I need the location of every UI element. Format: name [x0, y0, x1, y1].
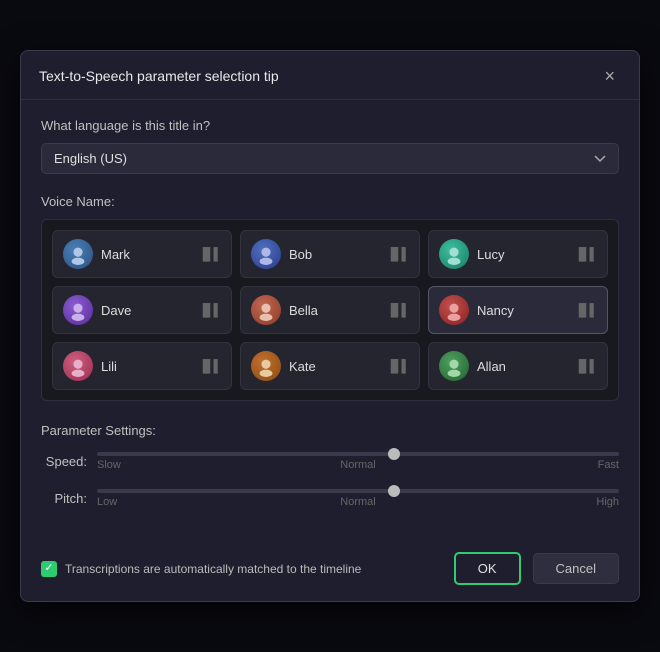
pitch-label-low: Low: [97, 496, 117, 508]
voice-name-nancy: Nancy: [477, 303, 566, 318]
voice-card-allan[interactable]: Allan ▐▌▌: [428, 342, 608, 390]
voice-avatar-allan: [439, 351, 469, 381]
checkmark-icon: ✓: [44, 563, 53, 574]
wave-icon-bob: ▐▌▌: [386, 247, 409, 261]
voice-card-bob[interactable]: Bob ▐▌▌: [240, 230, 420, 278]
voice-row-3: Lili ▐▌▌ Kate ▐▌▌: [52, 342, 608, 390]
pitch-row: Pitch: Low Normal High: [41, 489, 619, 508]
voice-avatar-bob: [251, 239, 281, 269]
wave-icon-dave: ▐▌▌: [198, 303, 221, 317]
wave-icon-lili: ▐▌▌: [198, 359, 221, 373]
auto-match-checkbox[interactable]: ✓: [41, 561, 57, 577]
cancel-button[interactable]: Cancel: [533, 553, 619, 584]
checkbox-group: ✓ Transcriptions are automatically match…: [41, 561, 442, 577]
language-question: What language is this title in?: [41, 118, 619, 133]
voice-avatar-nancy: [439, 295, 469, 325]
voice-name-bob: Bob: [289, 247, 378, 262]
voice-name-allan: Allan: [477, 359, 566, 374]
wave-icon-bella: ▐▌▌: [386, 303, 409, 317]
pitch-range-labels: Low Normal High: [97, 496, 619, 508]
voice-avatar-bella: [251, 295, 281, 325]
pitch-label: Pitch:: [41, 491, 87, 506]
dialog: Text-to-Speech parameter selection tip ×…: [20, 50, 640, 602]
voice-avatar-lili: [63, 351, 93, 381]
speed-label: Speed:: [41, 454, 87, 469]
voice-name-lucy: Lucy: [477, 247, 566, 262]
voice-row-1: Mark ▐▌▌ Bob ▐▌▌: [52, 230, 608, 278]
voice-card-nancy[interactable]: Nancy ▐▌▌: [428, 286, 608, 334]
overlay: Text-to-Speech parameter selection tip ×…: [0, 0, 660, 652]
dialog-footer: ✓ Transcriptions are automatically match…: [21, 542, 639, 601]
voice-name-kate: Kate: [289, 359, 378, 374]
speed-label-slow: Slow: [97, 459, 121, 471]
wave-icon-nancy: ▐▌▌: [574, 303, 597, 317]
wave-icon-kate: ▐▌▌: [386, 359, 409, 373]
speed-range-labels: Slow Normal Fast: [97, 459, 619, 471]
speed-row: Speed: Slow Normal Fast: [41, 452, 619, 471]
voice-avatar-mark: [63, 239, 93, 269]
voice-avatar-lucy: [439, 239, 469, 269]
wave-icon-mark: ▐▌▌: [198, 247, 221, 261]
voice-grid: Mark ▐▌▌ Bob ▐▌▌: [41, 219, 619, 401]
language-select[interactable]: English (US): [41, 143, 619, 174]
pitch-label-normal: Normal: [340, 496, 375, 508]
dialog-title: Text-to-Speech parameter selection tip: [39, 68, 279, 84]
voice-card-dave[interactable]: Dave ▐▌▌: [52, 286, 232, 334]
pitch-slider-wrapper: Low Normal High: [97, 489, 619, 508]
voice-card-kate[interactable]: Kate ▐▌▌: [240, 342, 420, 390]
speed-label-fast: Fast: [598, 459, 619, 471]
voice-section-label: Voice Name:: [41, 194, 619, 209]
voice-card-lucy[interactable]: Lucy ▐▌▌: [428, 230, 608, 278]
speed-label-normal: Normal: [340, 459, 375, 471]
voice-row-2: Dave ▐▌▌ Bella ▐▌▌: [52, 286, 608, 334]
voice-name-lili: Lili: [101, 359, 190, 374]
voice-card-lili[interactable]: Lili ▐▌▌: [52, 342, 232, 390]
voice-name-mark: Mark: [101, 247, 190, 262]
ok-button[interactable]: OK: [454, 552, 521, 585]
speed-slider[interactable]: [97, 452, 619, 456]
pitch-label-high: High: [596, 496, 619, 508]
voice-name-dave: Dave: [101, 303, 190, 318]
voice-card-bella[interactable]: Bella ▐▌▌: [240, 286, 420, 334]
voice-avatar-kate: [251, 351, 281, 381]
wave-icon-lucy: ▐▌▌: [574, 247, 597, 261]
voice-name-bella: Bella: [289, 303, 378, 318]
pitch-slider[interactable]: [97, 489, 619, 493]
speed-slider-wrapper: Slow Normal Fast: [97, 452, 619, 471]
wave-icon-allan: ▐▌▌: [574, 359, 597, 373]
voice-card-mark[interactable]: Mark ▐▌▌: [52, 230, 232, 278]
dialog-body: What language is this title in? English …: [21, 100, 639, 542]
close-button[interactable]: ×: [598, 65, 621, 87]
auto-match-label: Transcriptions are automatically matched…: [65, 562, 361, 576]
params-section-label: Parameter Settings:: [41, 423, 619, 438]
dialog-header: Text-to-Speech parameter selection tip ×: [21, 51, 639, 100]
voice-avatar-dave: [63, 295, 93, 325]
